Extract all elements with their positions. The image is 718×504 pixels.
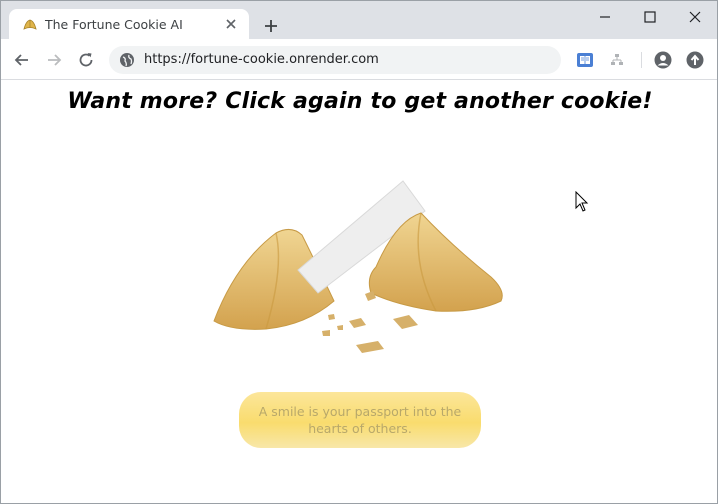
url-text: https://fortune-cookie.onrender.com (144, 52, 379, 67)
reader-extension-icon[interactable] (576, 51, 594, 69)
reload-icon[interactable] (77, 51, 95, 69)
back-icon[interactable] (13, 51, 31, 69)
globe-icon (120, 53, 134, 67)
close-tab-icon[interactable] (223, 16, 239, 32)
address-bar[interactable]: https://fortune-cookie.onrender.com (109, 46, 561, 74)
update-icon[interactable] (686, 51, 704, 69)
browser-tab[interactable]: The Fortune Cookie AI (9, 9, 249, 39)
mouse-pointer-icon (575, 191, 589, 212)
fortune-message-box: A smile is your passport into the hearts… (239, 392, 481, 448)
browser-window: The Fortune Cookie AI https://fortune-co… (0, 0, 718, 504)
fortune-text: A smile is your passport into the hearts… (258, 404, 462, 436)
forward-icon[interactable] (45, 51, 63, 69)
browser-toolbar: https://fortune-cookie.onrender.com (1, 39, 717, 80)
broken-fortune-cookie-image[interactable] (206, 173, 516, 373)
maximize-icon[interactable] (642, 9, 658, 25)
new-tab-icon[interactable] (263, 18, 279, 34)
fortune-cookie-favicon-icon (23, 19, 37, 30)
toolbar-divider (641, 52, 642, 68)
close-window-icon[interactable] (687, 9, 703, 25)
minimize-icon[interactable] (597, 9, 613, 25)
sitemap-extension-icon[interactable] (608, 51, 626, 69)
profile-icon[interactable] (654, 51, 672, 69)
page-headline: Want more? Click again to get another co… (67, 89, 653, 114)
tab-title: The Fortune Cookie AI (45, 17, 183, 32)
tab-strip: The Fortune Cookie AI (1, 1, 717, 39)
page-content: Want more? Click again to get another co… (1, 81, 717, 503)
